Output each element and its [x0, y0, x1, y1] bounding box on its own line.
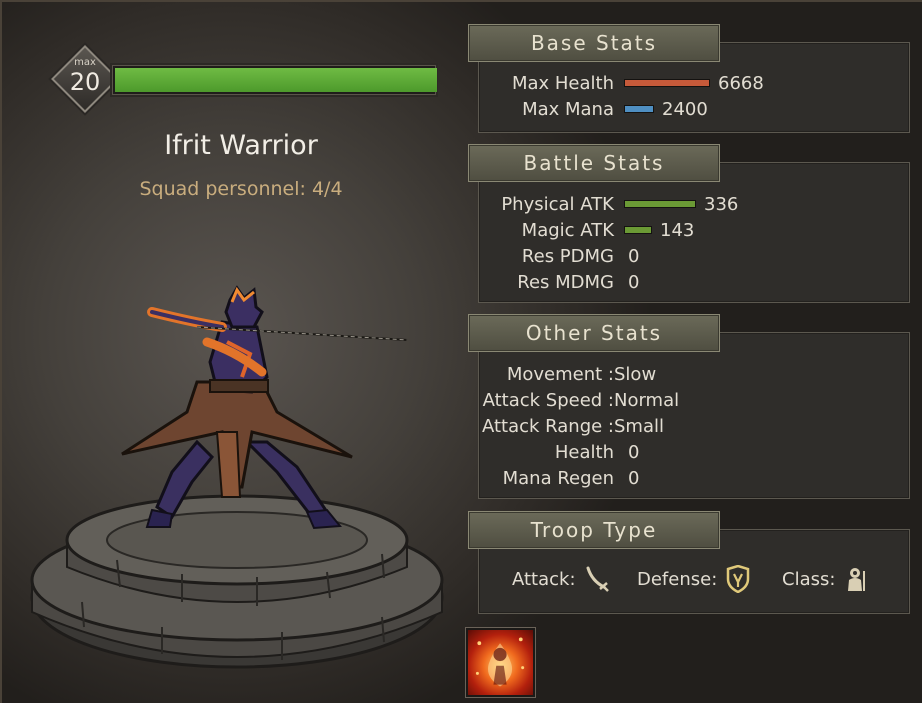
stat-value: 6668: [718, 72, 764, 94]
level-badge: max 20: [51, 45, 119, 113]
stat-value: 0: [628, 271, 640, 293]
stat-value: 0: [628, 467, 640, 489]
soldier-icon[interactable]: [843, 565, 869, 593]
curved-sword-icon[interactable]: [584, 565, 610, 593]
stat-max-mana: Max Mana 2400: [478, 97, 708, 121]
stat-attack-speed: Attack Speed : Normal: [478, 388, 680, 412]
stat-label: Health: [554, 441, 614, 463]
ifrit-warrior-figure: [121, 285, 408, 530]
unit-portrait: [30, 285, 444, 669]
stat-mana-regen: Mana Regen 0: [478, 466, 640, 490]
health-bar: [624, 79, 710, 87]
troop-defense-label: Defense:: [637, 568, 718, 590]
stat-magic-atk: Magic ATK 143: [478, 218, 695, 242]
squad-personnel: Squad personnel: 4/4: [139, 178, 343, 200]
stat-physical-atk: Physical ATK 336: [478, 192, 738, 216]
troop-attack-label: Attack:: [512, 568, 576, 590]
stat-label: Res PDMG: [521, 245, 614, 267]
stat-label: Physical ATK: [501, 193, 614, 215]
stat-label: Max Mana: [522, 98, 614, 120]
stat-value: Normal: [614, 389, 680, 411]
unit-name: Ifrit Warrior: [164, 130, 318, 161]
stat-label: Res MDMG: [517, 271, 614, 293]
base-stats-header: Base Stats: [468, 24, 720, 62]
stat-label: Mana Regen: [502, 467, 614, 489]
stat-label: Attack Speed :: [482, 389, 614, 411]
stat-value: Small: [614, 415, 664, 437]
battle-stats-header: Battle Stats: [468, 144, 720, 182]
stat-label: Magic ATK: [521, 219, 614, 241]
stat-value: 0: [628, 245, 640, 267]
other-stats-header: Other Stats: [468, 314, 720, 352]
stat-max-health: Max Health 6668: [478, 71, 764, 95]
stat-attack-range: Attack Range : Small: [478, 414, 664, 438]
stat-res-mdmg: Res MDMG 0: [478, 270, 639, 294]
unit-details-window: max 20 Ifrit Warrior Squad personnel: 4/…: [0, 0, 922, 703]
stat-value: 2400: [662, 98, 708, 120]
troop-class-label: Class:: [782, 568, 836, 590]
level-max-label: max: [74, 57, 96, 68]
stat-movement: Movement : Slow: [478, 362, 656, 386]
magic-atk-bar: [624, 226, 652, 234]
physical-atk-bar: [624, 200, 696, 208]
fire-burst-icon[interactable]: [466, 628, 535, 697]
troop-type-header: Troop Type: [468, 511, 720, 549]
troop-defense: Defense:: [637, 564, 751, 594]
troop-class: Class:: [782, 564, 869, 594]
level-number: 20: [69, 68, 101, 96]
mana-bar: [624, 105, 654, 113]
level-progress-bar: [110, 63, 438, 97]
stat-health: Health 0: [478, 440, 640, 464]
stat-label: Movement :: [506, 363, 614, 385]
troop-attack: Attack:: [512, 564, 610, 594]
stat-value: 336: [704, 193, 739, 215]
stat-value: 143: [660, 219, 695, 241]
stat-value: Slow: [614, 363, 657, 385]
skill-fire-art: [475, 637, 525, 687]
level-progress-fill: [115, 68, 437, 92]
shield-icon[interactable]: [725, 565, 751, 593]
stat-label: Attack Range :: [481, 415, 614, 437]
stat-res-pdmg: Res PDMG 0: [478, 244, 640, 268]
stat-value: 0: [628, 441, 640, 463]
stat-label: Max Health: [511, 72, 614, 94]
